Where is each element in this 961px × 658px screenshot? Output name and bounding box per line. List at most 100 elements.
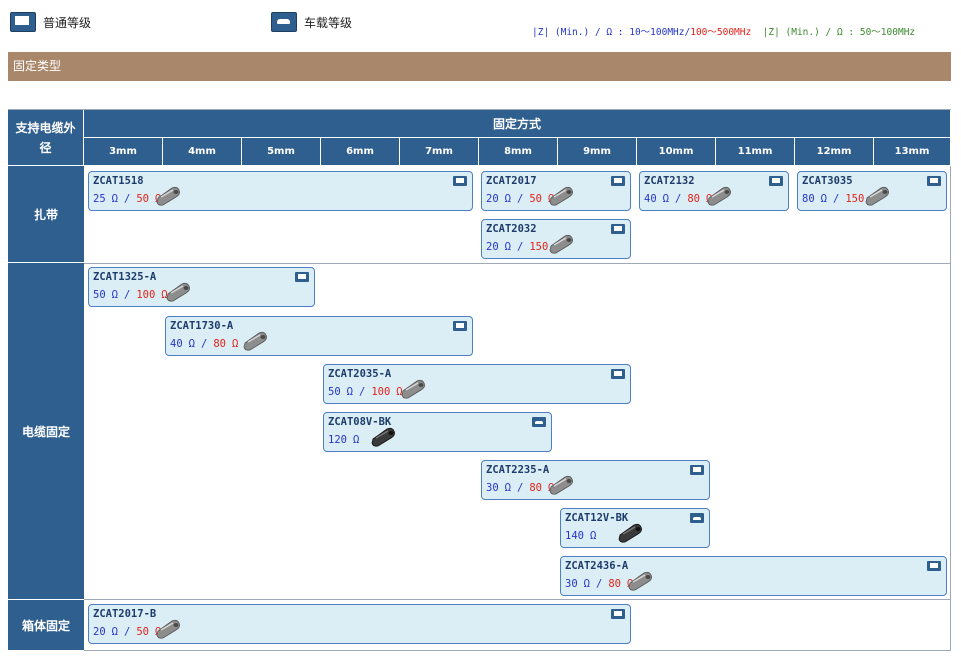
ferrite-core-icon bbox=[549, 186, 573, 206]
ferrite-core-icon bbox=[243, 331, 267, 351]
ferrite-core-icon bbox=[371, 427, 395, 447]
product-card-zcat2017[interactable]: ZCAT201720Ω/50Ω bbox=[481, 171, 631, 211]
product-name: ZCAT2132 bbox=[644, 175, 695, 187]
ohm-unit: Ω bbox=[346, 386, 353, 398]
impedance-low-band: 30 bbox=[565, 578, 578, 590]
ferrite-core-icon bbox=[549, 234, 573, 254]
value-separator: / bbox=[595, 578, 603, 590]
ohm-unit: Ω bbox=[111, 193, 118, 205]
legend-standard-label: 普通等级 bbox=[43, 15, 92, 30]
ohm-unit: Ω bbox=[504, 482, 511, 494]
impedance-spec-note: |Z| (Min.) / Ω : 10〜100MHz/100〜500MHz |Z… bbox=[532, 24, 915, 38]
impedance-high-band: 100 bbox=[136, 289, 156, 301]
impedance-low-band: 40 bbox=[644, 193, 657, 205]
legend-automotive-grade: 车载等级 bbox=[271, 12, 352, 32]
ferrite-core-icon bbox=[166, 282, 190, 302]
impedance-values: 20Ω/50Ω bbox=[486, 193, 554, 205]
ferrite-core-icon bbox=[628, 571, 652, 591]
product-card-zcat2035-a[interactable]: ZCAT2035-A 50 Ω/100 Ω bbox=[323, 364, 631, 404]
fixing-type-banner: 固定类型 bbox=[8, 52, 951, 81]
impedance-high-band: 80 bbox=[687, 193, 700, 205]
impedance-low-band: 40 bbox=[170, 338, 183, 350]
ferrite-core-icon bbox=[401, 379, 425, 399]
impedance-low-band: 50 bbox=[328, 386, 341, 398]
impedance-high-band: 80 bbox=[608, 578, 621, 590]
impedance-values: 50 Ω/100 Ω bbox=[328, 386, 403, 398]
product-name: ZCAT2035-A bbox=[328, 368, 392, 380]
product-card-zcat1730-a[interactable]: ZCAT1730-A 40 Ω / 80 Ω bbox=[165, 316, 473, 356]
corner-header: 支持电缆外径 bbox=[8, 110, 84, 166]
monitor-icon bbox=[453, 176, 467, 186]
product-card-zcat2235-a[interactable]: ZCAT2235-A30Ω/80Ω bbox=[481, 460, 710, 500]
car-icon bbox=[690, 513, 704, 523]
car-icon bbox=[532, 417, 546, 427]
impedance-low-band: 20 bbox=[486, 193, 499, 205]
impedance-low-band: 120 bbox=[328, 434, 347, 446]
value-separator: / bbox=[123, 193, 131, 205]
row-divider bbox=[84, 599, 951, 600]
column-header-11mm: 11mm bbox=[716, 138, 795, 166]
monitor-icon bbox=[611, 609, 625, 619]
row-label-cable-clamp: 电缆固定 bbox=[8, 263, 84, 600]
value-separator: / bbox=[516, 193, 524, 205]
product-card-zcat1518[interactable]: ZCAT151825Ω/50Ω bbox=[88, 171, 473, 211]
column-header-3mm: 3mm bbox=[84, 138, 163, 166]
impedance-values: 20Ω/50Ω bbox=[93, 626, 161, 638]
impedance-low-band: 20 bbox=[486, 241, 499, 253]
ohm-unit: Ω bbox=[352, 434, 360, 446]
product-card-zcat3035[interactable]: ZCAT303580Ω/150Ω bbox=[797, 171, 947, 211]
row-divider bbox=[84, 263, 951, 264]
product-name: ZCAT2017 bbox=[486, 175, 537, 187]
impedance-values: 140 Ω bbox=[565, 530, 596, 542]
column-header-13mm: 13mm bbox=[874, 138, 951, 166]
monitor-icon bbox=[611, 369, 625, 379]
ohm-unit: Ω bbox=[589, 530, 597, 542]
product-card-zcat2017-b[interactable]: ZCAT2017-B20Ω/50Ω bbox=[88, 604, 631, 644]
ferrite-core-icon bbox=[156, 186, 180, 206]
monitor-icon bbox=[611, 176, 625, 186]
impedance-low-band: 20 bbox=[93, 626, 106, 638]
product-card-zcat2132[interactable]: ZCAT213240Ω/80Ω bbox=[639, 171, 789, 211]
product-card-zcat08v-bk[interactable]: ZCAT08V-BK 120 Ω bbox=[323, 412, 552, 452]
impedance-values: 50 Ω/100 Ω bbox=[93, 289, 168, 301]
ferrite-core-icon bbox=[707, 186, 731, 206]
ferrite-core-icon bbox=[549, 475, 573, 495]
row-label-cable-tie: 扎带 bbox=[8, 166, 84, 263]
ohm-unit: Ω bbox=[111, 626, 118, 638]
product-card-zcat12v-bk[interactable]: ZCAT12V-BK 140 Ω bbox=[560, 508, 710, 548]
monitor-icon bbox=[10, 12, 36, 32]
row-label-housing-mount: 箱体固定 bbox=[8, 600, 84, 651]
value-separator: / bbox=[674, 193, 682, 205]
impedance-low-band: 50 bbox=[93, 289, 106, 301]
impedance-high-band: 80 bbox=[213, 338, 226, 350]
spec-high-band: 100〜500MHz bbox=[690, 27, 752, 38]
ohm-unit: Ω bbox=[504, 193, 511, 205]
impedance-values: 40Ω/80Ω bbox=[644, 193, 712, 205]
banner-title: 固定类型 bbox=[13, 59, 62, 73]
value-separator: / bbox=[200, 338, 208, 350]
impedance-values: 40Ω/80Ω bbox=[170, 338, 238, 350]
impedance-low-band: 30 bbox=[486, 482, 499, 494]
ferrite-core-icon bbox=[865, 186, 889, 206]
monitor-icon bbox=[690, 465, 704, 475]
impedance-high-band: 50 bbox=[136, 626, 149, 638]
ohm-unit: Ω bbox=[231, 338, 239, 350]
impedance-high-band: 50 bbox=[136, 193, 149, 205]
method-header: 固定方式 bbox=[84, 110, 951, 138]
impedance-values: 30Ω/80Ω bbox=[565, 578, 633, 590]
product-card-zcat1325-a[interactable]: ZCAT1325-A 50 Ω/100 Ω bbox=[88, 267, 315, 307]
product-card-zcat2436-a[interactable]: ZCAT2436-A30Ω/80Ω bbox=[560, 556, 947, 596]
impedance-high-band: 100 bbox=[371, 386, 391, 398]
impedance-low-band: 140 bbox=[565, 530, 584, 542]
product-name: ZCAT2032 bbox=[486, 223, 537, 235]
ohm-unit: Ω bbox=[504, 241, 511, 253]
spec-green-band: |Z| (Min.) / Ω : 50〜100MHz bbox=[751, 27, 916, 38]
monitor-icon bbox=[769, 176, 783, 186]
value-separator: / bbox=[832, 193, 840, 205]
car-icon bbox=[271, 12, 297, 32]
impedance-high-band: 150 bbox=[845, 193, 865, 205]
spec-low-band: |Z| (Min.) / Ω : 10〜100MHz/ bbox=[532, 27, 691, 38]
impedance-values: 120 Ω bbox=[328, 434, 359, 446]
column-header-8mm: 8mm bbox=[479, 138, 558, 166]
product-card-zcat2032[interactable]: ZCAT203220Ω/150Ω bbox=[481, 219, 631, 259]
